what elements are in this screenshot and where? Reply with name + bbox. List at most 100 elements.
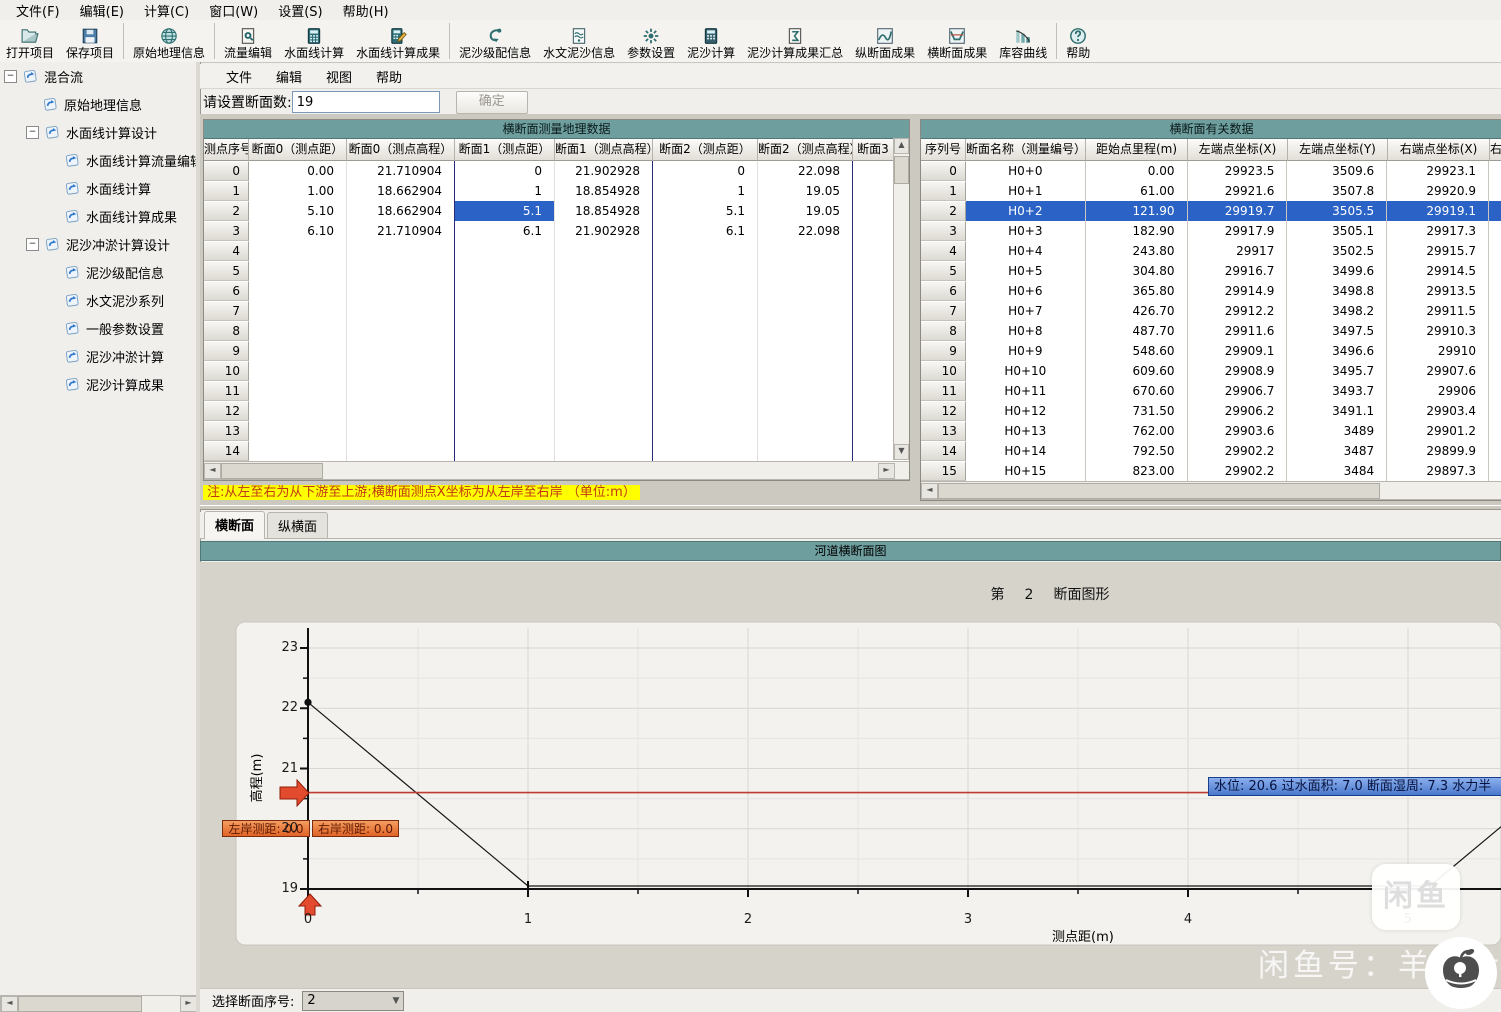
tree-item[interactable]: 一般参数设置 xyxy=(0,314,196,342)
table-cell[interactable]: H0+15 xyxy=(966,461,1086,481)
table-cell[interactable]: 3484 xyxy=(1287,461,1388,481)
toolbar-button[interactable]: 原始地理信息 xyxy=(127,20,211,62)
table-cell[interactable] xyxy=(455,301,555,321)
table-cell[interactable]: 3497.5 xyxy=(1287,321,1388,341)
collapse-icon[interactable]: − xyxy=(26,125,39,139)
toolbar-button[interactable]: 泥沙计算成果汇总 xyxy=(741,20,849,62)
table-cell[interactable]: 29913.5 xyxy=(1387,281,1489,301)
table-cell[interactable]: 5.1 xyxy=(455,201,555,221)
toolbar-button[interactable]: 打开项目 xyxy=(0,20,60,62)
row-header[interactable]: 15 xyxy=(921,461,966,481)
table-cell[interactable]: 29910 xyxy=(1387,341,1489,361)
row-header[interactable]: 9 xyxy=(204,341,249,361)
table-cell[interactable]: 29914.5 xyxy=(1387,261,1489,281)
table-cell[interactable] xyxy=(758,261,853,281)
table-cell[interactable]: 29923.5 xyxy=(1188,161,1288,181)
column-header[interactable]: 断面2（测点高程） xyxy=(758,139,853,161)
table-cell[interactable] xyxy=(653,341,758,361)
table-cell[interactable]: 0.00 xyxy=(249,161,347,181)
tree-item[interactable]: 水面线计算流量编辑 xyxy=(0,146,196,174)
table-cell[interactable] xyxy=(1489,201,1501,221)
tree-item[interactable]: 水面线计算 xyxy=(0,174,196,202)
table-cell[interactable] xyxy=(653,361,758,381)
table-cell[interactable]: 792.50 xyxy=(1086,441,1188,461)
table-cell[interactable]: H0+6 xyxy=(966,281,1086,301)
row-header[interactable]: 2 xyxy=(204,201,249,221)
row-header[interactable]: 7 xyxy=(921,301,966,321)
table-row[interactable]: 15 H0+15 823.00 29902.2 3484 29897.3 xyxy=(921,461,1501,481)
table-cell[interactable]: 487.70 xyxy=(1086,321,1188,341)
table-cell[interactable]: 29906.7 xyxy=(1188,381,1288,401)
row-header[interactable]: 11 xyxy=(921,381,966,401)
table-cell[interactable] xyxy=(249,441,347,461)
table-cell[interactable] xyxy=(555,281,653,301)
row-header[interactable]: 3 xyxy=(921,221,966,241)
column-header[interactable]: 左端点坐标(X) xyxy=(1188,139,1288,161)
table-cell[interactable]: H0+5 xyxy=(966,261,1086,281)
scroll-left-icon[interactable]: ◄ xyxy=(204,462,221,479)
menu-item[interactable]: 窗口(W) xyxy=(199,0,268,21)
table-row[interactable]: 6 H0+6 365.80 29914.9 3498.8 29913.5 xyxy=(921,281,1501,301)
table-cell[interactable]: 29916.7 xyxy=(1188,261,1288,281)
table-cell[interactable] xyxy=(853,181,894,201)
row-header[interactable]: 1 xyxy=(204,181,249,201)
table-cell[interactable]: H0+12 xyxy=(966,401,1086,421)
row-header[interactable]: 0 xyxy=(204,161,249,181)
table-cell[interactable]: 29911.6 xyxy=(1188,321,1288,341)
column-header[interactable]: 断面名称（测量编号） xyxy=(966,139,1086,161)
table-cell[interactable] xyxy=(1489,401,1501,421)
table-cell[interactable] xyxy=(853,421,894,441)
table-cell[interactable]: 3495.7 xyxy=(1287,361,1388,381)
table-cell[interactable]: 0 xyxy=(653,161,758,181)
table-cell[interactable] xyxy=(249,421,347,441)
table-cell[interactable]: 29906.2 xyxy=(1188,401,1288,421)
table-cell[interactable]: 29909.1 xyxy=(1188,341,1288,361)
section-selector-dropdown[interactable]: 2 ▼ xyxy=(302,990,405,1011)
table-cell[interactable]: 19.05 xyxy=(758,181,853,201)
table-cell[interactable]: 29917 xyxy=(1188,241,1288,261)
table-row[interactable]: 1 H0+1 61.00 29921.6 3507.8 29920.9 xyxy=(921,181,1501,201)
table-cell[interactable]: H0+9 xyxy=(966,341,1086,361)
table-cell[interactable]: 3498.2 xyxy=(1287,301,1388,321)
row-header[interactable]: 10 xyxy=(204,361,249,381)
column-header[interactable]: 右 xyxy=(1490,139,1501,161)
table-cell[interactable]: 121.90 xyxy=(1085,201,1188,221)
table-cell[interactable] xyxy=(249,261,347,281)
vertical-scrollbar[interactable]: ▲ ▼ xyxy=(893,138,909,460)
table-cell[interactable]: 609.60 xyxy=(1086,361,1188,381)
row-header[interactable]: 9 xyxy=(921,341,966,361)
scroll-left-icon[interactable]: ◄ xyxy=(1,996,18,1012)
table-cell[interactable] xyxy=(347,361,455,381)
table-cell[interactable] xyxy=(347,321,455,341)
table-cell[interactable] xyxy=(555,321,653,341)
table-cell[interactable] xyxy=(347,441,455,461)
section-count-input[interactable] xyxy=(291,91,440,113)
table-cell[interactable]: 21.902928 xyxy=(555,221,653,241)
table-row[interactable]: 11 H0+11 670.60 29906.7 3493.7 29906 xyxy=(921,381,1501,401)
table-row[interactable]: 9 H0+9 548.60 29909.1 3496.6 29910 xyxy=(921,341,1501,361)
table-cell[interactable]: H0+8 xyxy=(966,321,1086,341)
table-cell[interactable] xyxy=(758,321,853,341)
table-cell[interactable]: 6.1 xyxy=(455,221,555,241)
table-cell[interactable] xyxy=(853,161,894,181)
table-row[interactable]: 10 xyxy=(204,361,894,381)
row-header[interactable]: 4 xyxy=(204,241,249,261)
table-cell[interactable]: 3493.7 xyxy=(1287,381,1388,401)
table-row[interactable]: 7 xyxy=(204,301,894,321)
table-cell[interactable] xyxy=(758,401,853,421)
row-header[interactable]: 5 xyxy=(204,261,249,281)
table-cell[interactable] xyxy=(249,341,347,361)
table-cell[interactable] xyxy=(455,361,555,381)
table-cell[interactable]: H0+4 xyxy=(966,241,1086,261)
table-cell[interactable]: 3498.8 xyxy=(1287,281,1388,301)
table-cell[interactable] xyxy=(653,261,758,281)
table-cell[interactable]: H0+7 xyxy=(966,301,1086,321)
table-row[interactable]: 11 xyxy=(204,381,894,401)
table-cell[interactable] xyxy=(555,421,653,441)
table-cell[interactable] xyxy=(455,281,555,301)
table-cell[interactable] xyxy=(653,441,758,461)
menu-item[interactable]: 帮助(H) xyxy=(333,0,399,21)
table-cell[interactable] xyxy=(555,241,653,261)
tree-item[interactable]: 泥沙冲淤计算 xyxy=(0,342,196,370)
table-cell[interactable] xyxy=(758,301,853,321)
